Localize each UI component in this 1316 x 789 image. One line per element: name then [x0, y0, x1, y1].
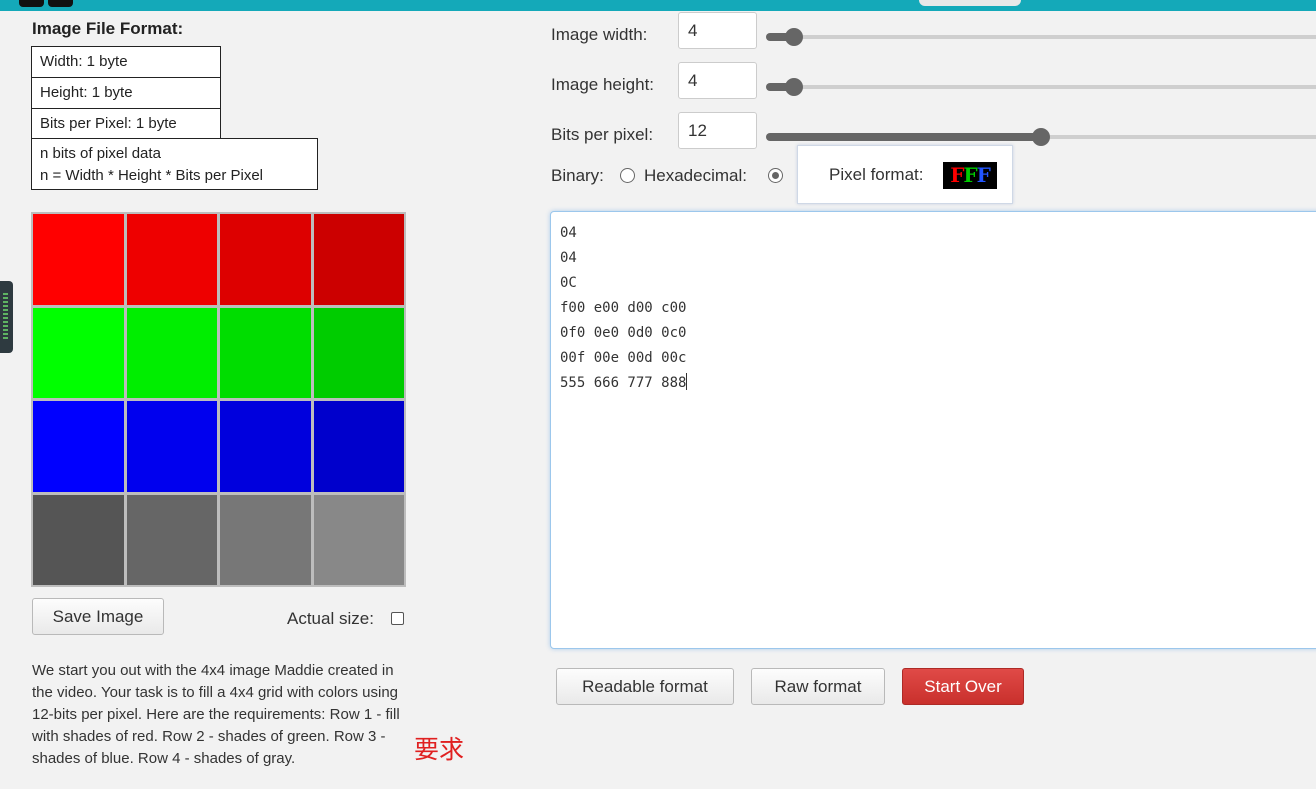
- editor-line: f00 e00 d00 c00: [560, 300, 687, 316]
- start-over-button[interactable]: Start Over: [902, 668, 1024, 705]
- format-data-line-2: n = Width * Height * Bits per Pixel: [40, 167, 264, 184]
- top-menu-icon[interactable]: [19, 0, 44, 7]
- raw-format-button[interactable]: Raw format: [751, 668, 885, 705]
- pixel-cell[interactable]: [220, 401, 311, 492]
- save-image-button[interactable]: Save Image: [32, 598, 164, 635]
- text-caret: [686, 373, 688, 390]
- image-width-slider-thumb[interactable]: [785, 28, 804, 46]
- file-format-title: Image File Format:: [32, 19, 184, 38]
- format-data-row: n bits of pixel data n = Width * Height …: [31, 138, 318, 190]
- image-height-slider-thumb[interactable]: [785, 78, 804, 96]
- bits-per-pixel-slider-fill: [766, 133, 1042, 141]
- pixel-cell[interactable]: [126, 307, 217, 398]
- image-width-label: Image width:: [551, 25, 648, 44]
- format-data-line-1: n bits of pixel data: [40, 145, 161, 162]
- top-menu-icon-2[interactable]: [48, 0, 73, 7]
- pixel-cell[interactable]: [220, 214, 311, 305]
- pixel-cell[interactable]: [313, 307, 404, 398]
- image-height-input[interactable]: [678, 62, 757, 99]
- side-panel-handle[interactable]: [0, 281, 13, 353]
- requirements-annotation: 要求: [414, 735, 465, 764]
- pixel-data-editor[interactable]: 04 04 0C f00 e00 d00 c00 0f0 0e0 0d0 0c0…: [550, 211, 1316, 649]
- pixel-cell[interactable]: [313, 401, 404, 492]
- binary-radio[interactable]: [620, 168, 635, 183]
- bits-per-pixel-input[interactable]: [678, 112, 757, 149]
- format-height-row: Height: 1 byte: [31, 77, 221, 109]
- pixel-cell[interactable]: [313, 214, 404, 305]
- editor-line: 555 666 777 888: [560, 375, 687, 391]
- hexadecimal-radio[interactable]: [768, 168, 783, 183]
- pixel-format-red-channel: F: [950, 163, 964, 187]
- pixel-cell[interactable]: [126, 401, 217, 492]
- pixel-cell[interactable]: [126, 214, 217, 305]
- format-bpp-row: Bits per Pixel: 1 byte: [31, 108, 221, 140]
- editor-line: 0f0 0e0 0d0 0c0: [560, 325, 687, 341]
- hexadecimal-label: Hexadecimal:: [644, 166, 747, 185]
- pixel-format-box: Pixel format: FFF: [797, 145, 1013, 204]
- pixel-cell[interactable]: [126, 494, 217, 585]
- pixel-cell[interactable]: [33, 401, 124, 492]
- level-meter-icon: [3, 293, 8, 341]
- pixel-cell[interactable]: [33, 307, 124, 398]
- pixel-format-blue-channel: F: [976, 163, 991, 187]
- top-tab-handle[interactable]: [919, 0, 1021, 6]
- editor-line: 0C: [560, 275, 577, 291]
- top-bar: [0, 0, 1316, 11]
- image-height-slider[interactable]: [768, 85, 1316, 89]
- pixel-format-green-channel: F: [963, 163, 977, 187]
- binary-label: Binary:: [551, 166, 604, 185]
- task-description: We start you out with the 4x4 image Madd…: [32, 662, 400, 767]
- readable-format-button[interactable]: Readable format: [556, 668, 734, 705]
- pixel-cell[interactable]: [33, 214, 124, 305]
- pixel-grid[interactable]: [31, 212, 406, 587]
- editor-line: 04: [560, 225, 577, 241]
- image-width-slider[interactable]: [768, 35, 1316, 39]
- editor-line: 04: [560, 250, 577, 266]
- format-width-row: Width: 1 byte: [31, 46, 221, 78]
- pixel-format-swatch: FFF: [943, 162, 997, 189]
- actual-size-label: Actual size:: [287, 609, 374, 628]
- bits-per-pixel-label: Bits per pixel:: [551, 125, 654, 144]
- actual-size-checkbox[interactable]: [391, 612, 404, 625]
- bits-per-pixel-slider-thumb[interactable]: [1032, 128, 1051, 146]
- pixel-cell[interactable]: [220, 307, 311, 398]
- pixel-format-label: Pixel format:: [829, 165, 924, 184]
- pixel-cell[interactable]: [220, 494, 311, 585]
- image-height-label: Image height:: [551, 75, 655, 94]
- pixel-cell[interactable]: [33, 494, 124, 585]
- editor-line: 00f 00e 00d 00c: [560, 350, 687, 366]
- pixel-cell[interactable]: [313, 494, 404, 585]
- image-width-input[interactable]: [678, 12, 757, 49]
